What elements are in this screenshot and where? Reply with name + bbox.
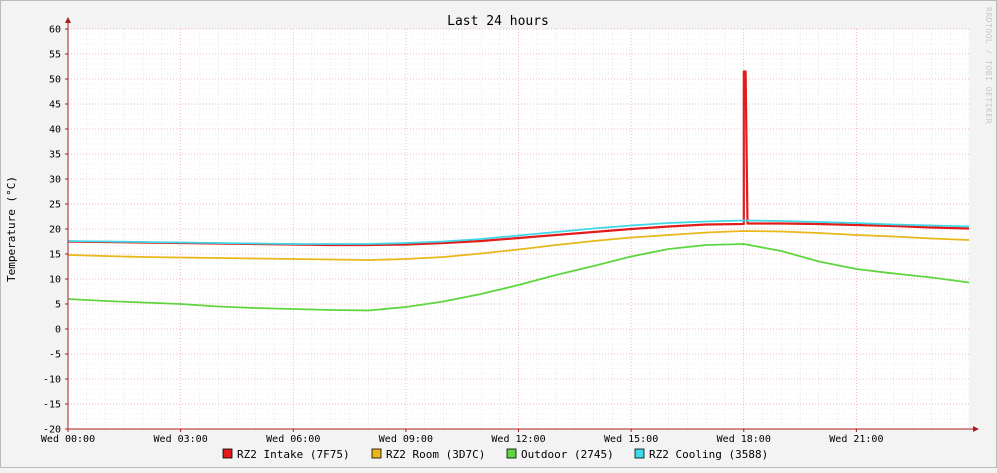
x-tick-label: Wed 15:00	[604, 434, 658, 445]
legend-label-rz2-room-3d7c: RZ2 Room (3D7C)	[386, 448, 485, 461]
y-tick-label: -5	[49, 350, 61, 361]
y-tick-label: 0	[55, 325, 61, 336]
x-tick-label: Wed 06:00	[266, 434, 320, 445]
y-tick-label: 45	[49, 100, 61, 111]
x-tick-label: Wed 21:00	[829, 434, 883, 445]
y-tick-label: 60	[49, 25, 61, 36]
legend-label-rz2-cooling-3588: RZ2 Cooling (3588)	[649, 448, 768, 461]
chart-title: Last 24 hours	[447, 14, 549, 29]
y-axis-label: Temperature (°C)	[5, 176, 18, 282]
y-tick-label: 15	[49, 250, 61, 261]
y-tick-label: 40	[49, 125, 61, 136]
legend-swatch-rz2-room-3d7c	[371, 448, 382, 459]
y-tick-label: -10	[43, 375, 61, 386]
legend-swatch-outdoor-2745	[506, 448, 517, 459]
chart-svg: Last 24 hours Temperature (°C) RRDTOOL /…	[5, 7, 993, 461]
legend-swatch-rz2-intake-7f75	[222, 448, 233, 459]
y-tick-label: 30	[49, 175, 61, 186]
y-tick-label: 50	[49, 75, 61, 86]
x-axis-arrow	[973, 426, 979, 432]
y-tick-label: -15	[43, 400, 61, 411]
x-tick-label: Wed 09:00	[379, 434, 433, 445]
x-tick-label: Wed 12:00	[491, 434, 545, 445]
y-tick-label: 20	[49, 225, 61, 236]
y-axis-arrow	[65, 17, 71, 23]
y-tick-label: 35	[49, 150, 61, 161]
grid	[67, 28, 969, 430]
y-tick-label: 55	[49, 50, 61, 61]
y-tick-label: 5	[55, 300, 61, 311]
y-tick-label: 25	[49, 200, 61, 211]
y-tick-label: 10	[49, 275, 61, 286]
legend: RZ2 Intake (7F75) RZ2 Room (3D7C) Outdoor …	[222, 448, 768, 461]
chart: Last 24 hours Temperature (°C) RRDTOOL /…	[0, 0, 997, 468]
rrdtool-watermark: RRDTOOL / TOBI OETIKER	[984, 7, 993, 124]
legend-label-outdoor-2745: Outdoor (2745)	[521, 448, 614, 461]
x-tick-label: Wed 18:00	[717, 434, 771, 445]
legend-label-rz2-intake-7f75: RZ2 Intake (7F75)	[237, 448, 350, 461]
x-tick-label: Wed 03:00	[154, 434, 208, 445]
legend-swatch-rz2-cooling-3588	[634, 448, 645, 459]
x-tick-label: Wed 00:00	[41, 434, 95, 445]
